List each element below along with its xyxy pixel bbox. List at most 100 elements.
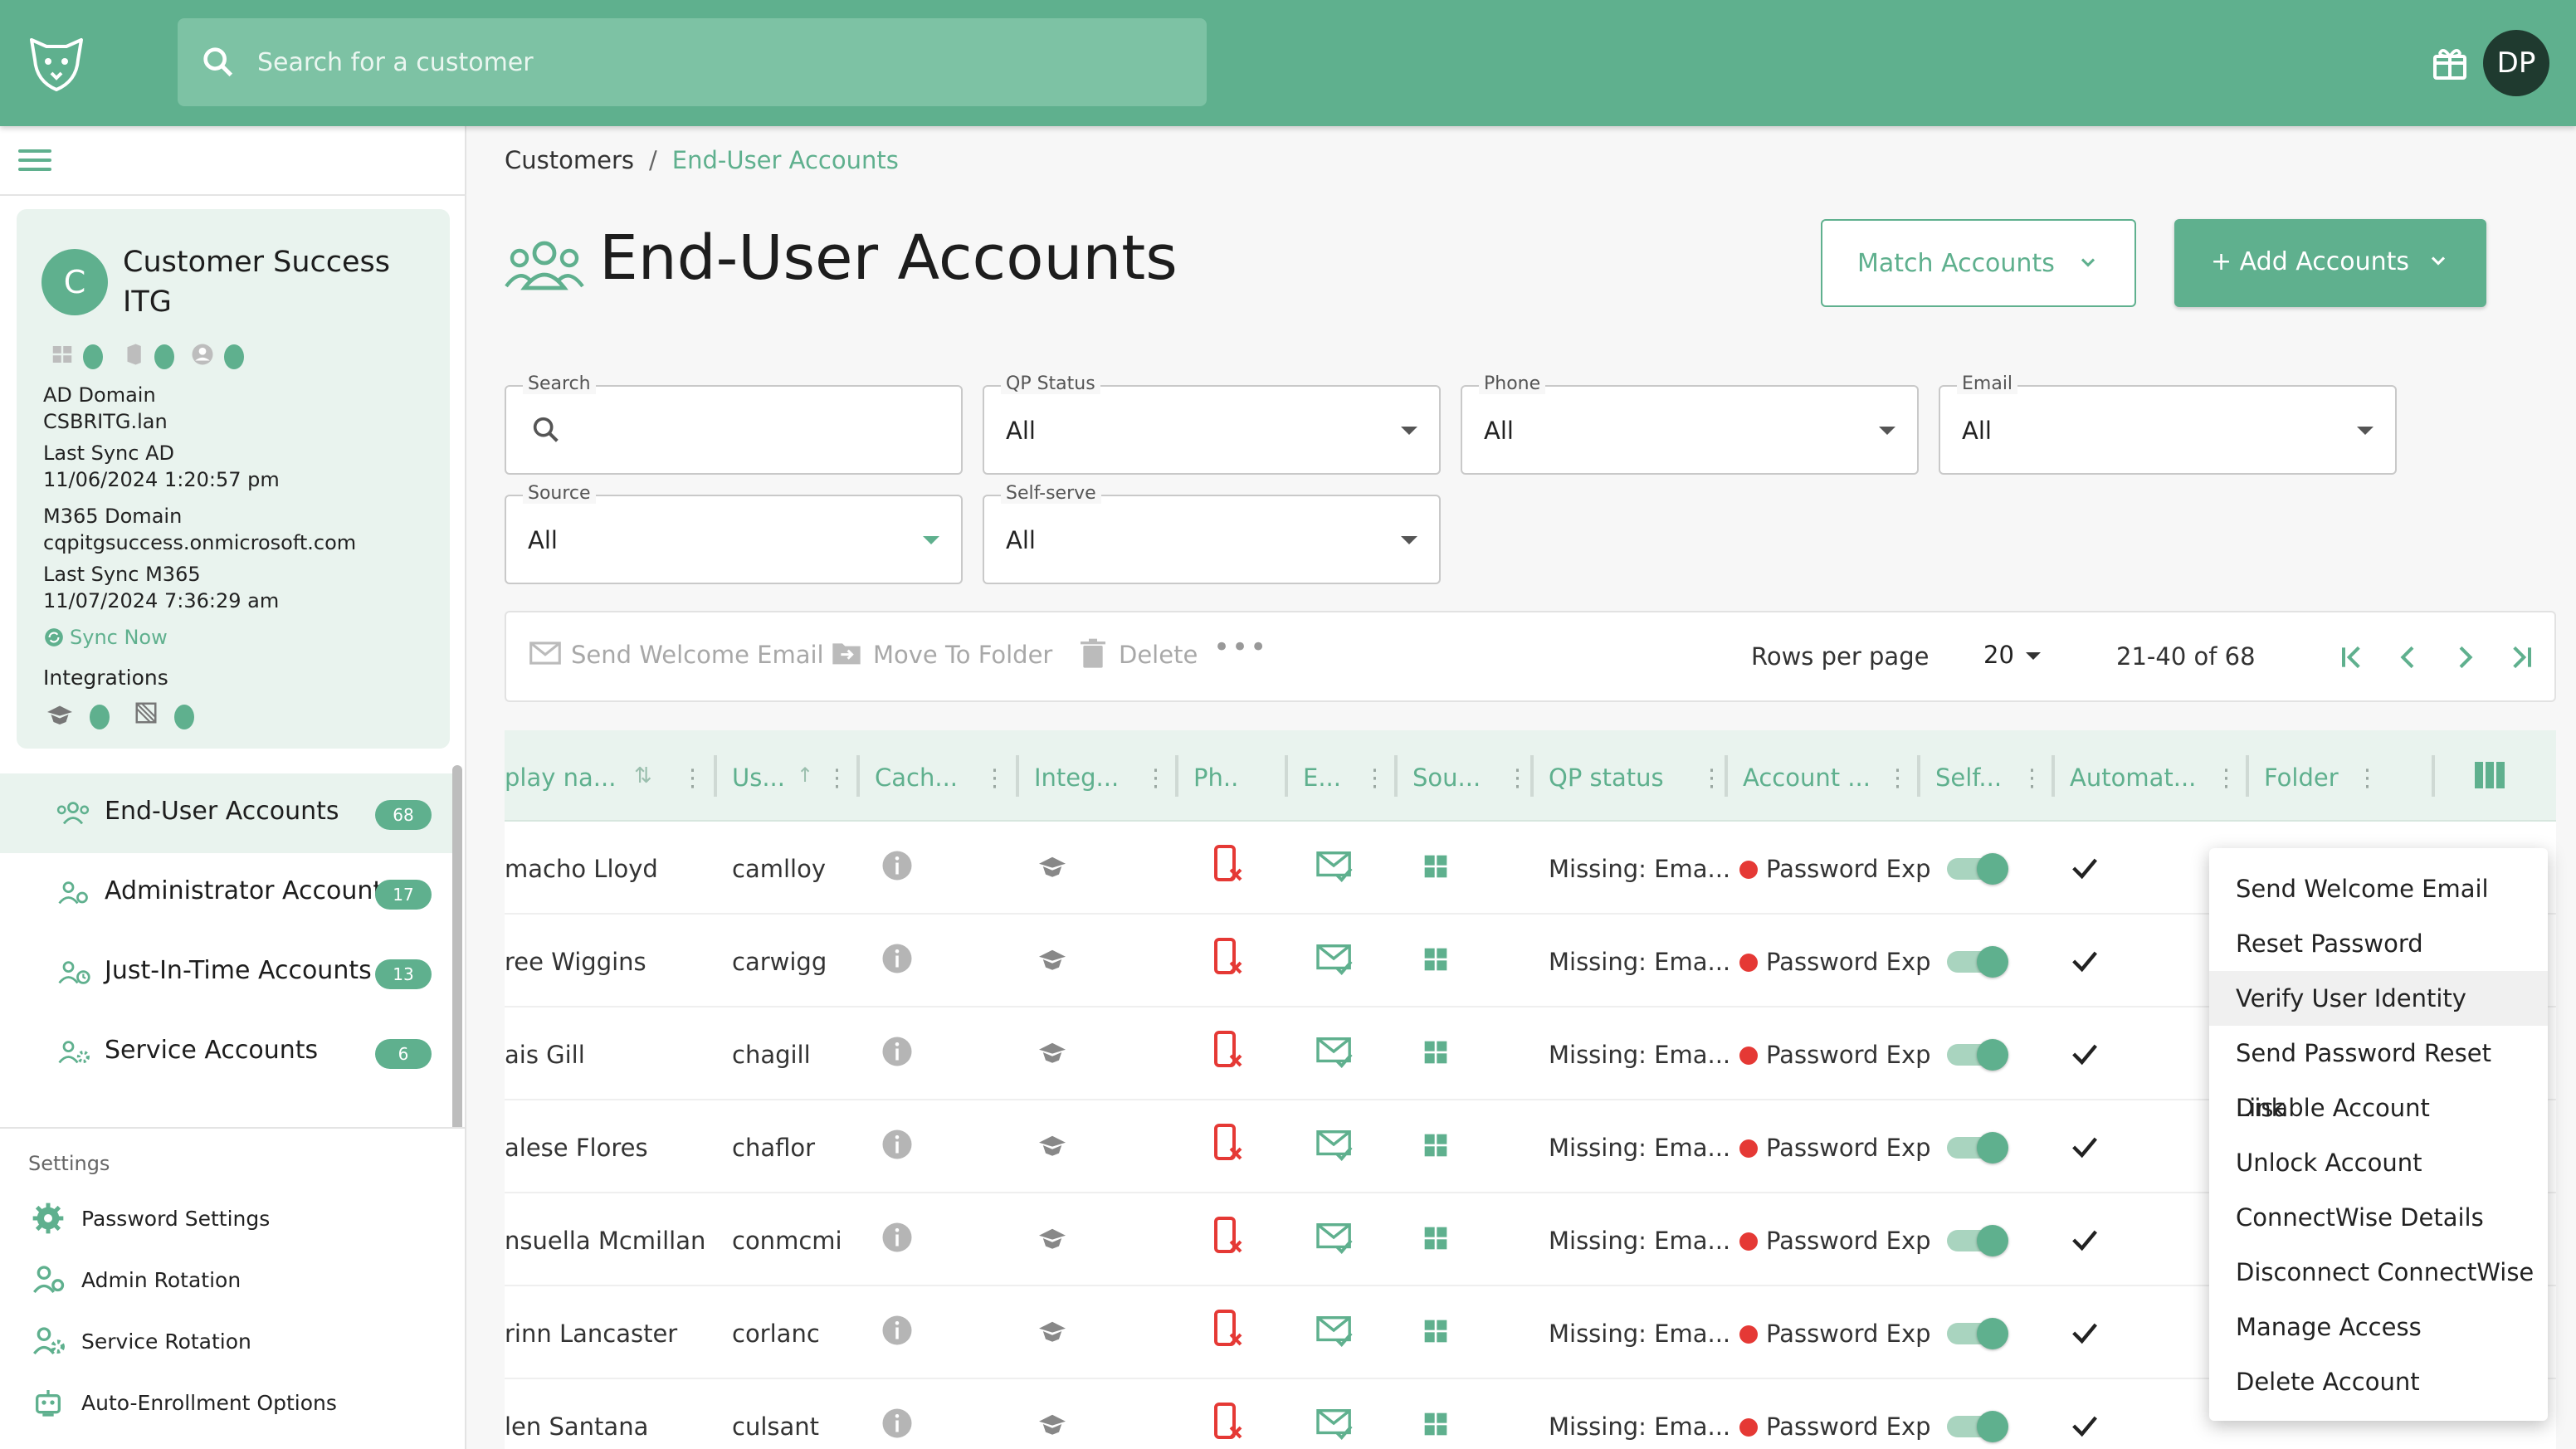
sort-up-icon[interactable]: ↑ bbox=[797, 764, 813, 787]
delete-button[interactable]: Delete bbox=[1119, 641, 1198, 669]
column-source[interactable]: Sou... bbox=[1412, 764, 1481, 792]
hamburger-menu-icon[interactable] bbox=[18, 149, 51, 174]
column-divider[interactable] bbox=[1285, 755, 1288, 797]
settings-password-settings[interactable]: Password Settings bbox=[0, 1188, 465, 1247]
nav-service-accounts[interactable]: Service Accounts 6 bbox=[0, 1012, 452, 1092]
search-filter-input[interactable]: Search bbox=[505, 373, 963, 475]
info-icon[interactable] bbox=[880, 1034, 915, 1069]
qp-status-select[interactable]: QP Status All bbox=[983, 373, 1441, 475]
column-self-serve[interactable]: Self... bbox=[1935, 764, 2002, 792]
previous-page-icon[interactable] bbox=[2392, 641, 2425, 674]
column-menu-icon[interactable]: ⋮ bbox=[983, 764, 1007, 792]
sort-icon[interactable]: ⇅ bbox=[634, 764, 652, 788]
menu-unlock-account[interactable]: Unlock Account bbox=[2209, 1135, 2548, 1190]
info-icon[interactable] bbox=[880, 1313, 915, 1348]
column-divider[interactable] bbox=[1725, 755, 1728, 797]
info-icon[interactable] bbox=[880, 1220, 915, 1255]
info-icon[interactable] bbox=[880, 1406, 915, 1441]
self-serve-toggle[interactable] bbox=[1947, 1132, 2010, 1164]
column-integration[interactable]: Integ... bbox=[1034, 764, 1119, 792]
self-serve-toggle[interactable] bbox=[1947, 1411, 2010, 1442]
columns-icon[interactable] bbox=[2473, 760, 2506, 790]
account-status-text: Password Exp bbox=[1766, 855, 1931, 883]
column-menu-icon[interactable]: ⋮ bbox=[1886, 764, 1910, 792]
rows-per-page-select[interactable]: 20 bbox=[1983, 641, 2041, 669]
settings-service-rotation[interactable]: Service Rotation bbox=[0, 1311, 465, 1369]
column-email[interactable]: E... bbox=[1303, 764, 1341, 792]
column-divider[interactable] bbox=[2246, 755, 2249, 797]
sync-now-button[interactable]: Sync Now bbox=[43, 626, 168, 649]
column-qp-status[interactable]: QP status bbox=[1549, 764, 1664, 792]
column-menu-icon[interactable]: ⋮ bbox=[2020, 764, 2044, 792]
menu-verify-user-identity[interactable]: Verify User Identity bbox=[2209, 971, 2548, 1026]
menu-send-password-reset-link[interactable]: Send Password Reset Link bbox=[2209, 1026, 2548, 1122]
self-serve-toggle[interactable] bbox=[1947, 1318, 2010, 1349]
next-page-icon[interactable] bbox=[2448, 641, 2481, 674]
sync-icon bbox=[45, 628, 63, 646]
column-divider[interactable] bbox=[856, 755, 860, 797]
last-page-icon[interactable] bbox=[2505, 641, 2538, 674]
user-avatar[interactable]: DP bbox=[2483, 30, 2549, 96]
email-select[interactable]: Email All bbox=[1939, 373, 2397, 475]
column-phone[interactable]: Ph.. bbox=[1193, 764, 1238, 792]
breadcrumb-customers[interactable]: Customers bbox=[505, 146, 634, 174]
first-page-icon[interactable] bbox=[2335, 641, 2369, 674]
column-divider[interactable] bbox=[2052, 755, 2055, 797]
column-menu-icon[interactable]: ⋮ bbox=[1363, 764, 1387, 792]
self-serve-toggle[interactable] bbox=[1947, 946, 2010, 978]
column-divider[interactable] bbox=[1175, 755, 1178, 797]
info-icon[interactable] bbox=[880, 1127, 915, 1162]
ad-status-dot bbox=[83, 344, 103, 369]
column-divider[interactable] bbox=[1394, 755, 1398, 797]
column-menu-icon[interactable]: ⋮ bbox=[1144, 764, 1168, 792]
column-divider[interactable] bbox=[714, 755, 717, 797]
self-serve-toggle[interactable] bbox=[1947, 1225, 2010, 1256]
menu-reset-password[interactable]: Reset Password bbox=[2209, 916, 2548, 971]
column-account-status[interactable]: Account ... bbox=[1743, 764, 1871, 792]
menu-disable-account[interactable]: Disable Account bbox=[2209, 1081, 2548, 1135]
windows-icon bbox=[1424, 855, 1447, 878]
nav-just-in-time-accounts[interactable]: Just-In-Time Accounts 13 bbox=[0, 933, 452, 1012]
menu-disconnect-connectwise[interactable]: Disconnect ConnectWise bbox=[2209, 1245, 2548, 1300]
settings-admin-rotation[interactable]: Admin Rotation bbox=[0, 1250, 465, 1308]
column-menu-icon[interactable]: ⋮ bbox=[681, 764, 705, 792]
more-actions-icon[interactable]: ••• bbox=[1213, 631, 1268, 664]
menu-manage-access[interactable]: Manage Access bbox=[2209, 1300, 2548, 1354]
gift-icon[interactable] bbox=[2430, 43, 2470, 83]
source-select[interactable]: Source All bbox=[505, 483, 963, 584]
column-username[interactable]: Us... bbox=[732, 764, 785, 792]
column-menu-icon[interactable]: ⋮ bbox=[1505, 764, 1530, 792]
column-menu-icon[interactable]: ⋮ bbox=[2355, 764, 2379, 792]
phone-select[interactable]: Phone All bbox=[1461, 373, 1919, 475]
column-display-name[interactable]: play na... bbox=[505, 764, 616, 792]
tiger-logo-icon[interactable] bbox=[23, 30, 90, 96]
self-serve-select[interactable]: Self-serve All bbox=[983, 483, 1441, 584]
column-divider[interactable] bbox=[2432, 755, 2435, 797]
qp-status-label: QP Status bbox=[1001, 373, 1100, 394]
info-icon[interactable] bbox=[880, 941, 915, 976]
column-divider[interactable] bbox=[1917, 755, 1920, 797]
info-icon[interactable] bbox=[880, 848, 915, 883]
self-serve-toggle[interactable] bbox=[1947, 1039, 2010, 1071]
column-folder[interactable]: Folder bbox=[2264, 764, 2339, 792]
match-accounts-button[interactable]: Match Accounts bbox=[1821, 219, 2136, 307]
nav-end-user-accounts[interactable]: End-User Accounts 68 bbox=[0, 773, 452, 853]
breadcrumb-current[interactable]: End-User Accounts bbox=[672, 146, 899, 174]
column-divider[interactable] bbox=[1016, 755, 1019, 797]
move-to-folder-button[interactable]: Move To Folder bbox=[873, 641, 1052, 669]
column-cached[interactable]: Cach... bbox=[875, 764, 958, 792]
column-menu-icon[interactable]: ⋮ bbox=[2214, 764, 2238, 792]
menu-send-welcome-email[interactable]: Send Welcome Email bbox=[2209, 861, 2548, 916]
add-accounts-button[interactable]: + Add Accounts bbox=[2174, 219, 2486, 307]
column-automation[interactable]: Automat... bbox=[2070, 764, 2196, 792]
column-menu-icon[interactable]: ⋮ bbox=[825, 764, 849, 792]
menu-delete-account[interactable]: Delete Account bbox=[2209, 1354, 2548, 1409]
send-welcome-email-button[interactable]: Send Welcome Email bbox=[571, 641, 824, 669]
settings-auto-enrollment[interactable]: Auto-Enrollment Options bbox=[0, 1373, 465, 1431]
customer-search-input[interactable]: Search for a customer bbox=[178, 18, 1207, 106]
nav-administrator-accounts[interactable]: Administrator Accounts 17 bbox=[0, 853, 452, 933]
column-menu-icon[interactable]: ⋮ bbox=[1700, 764, 1724, 792]
column-divider[interactable] bbox=[1530, 755, 1534, 797]
menu-connectwise-details[interactable]: ConnectWise Details bbox=[2209, 1190, 2548, 1245]
self-serve-toggle[interactable] bbox=[1947, 853, 2010, 885]
